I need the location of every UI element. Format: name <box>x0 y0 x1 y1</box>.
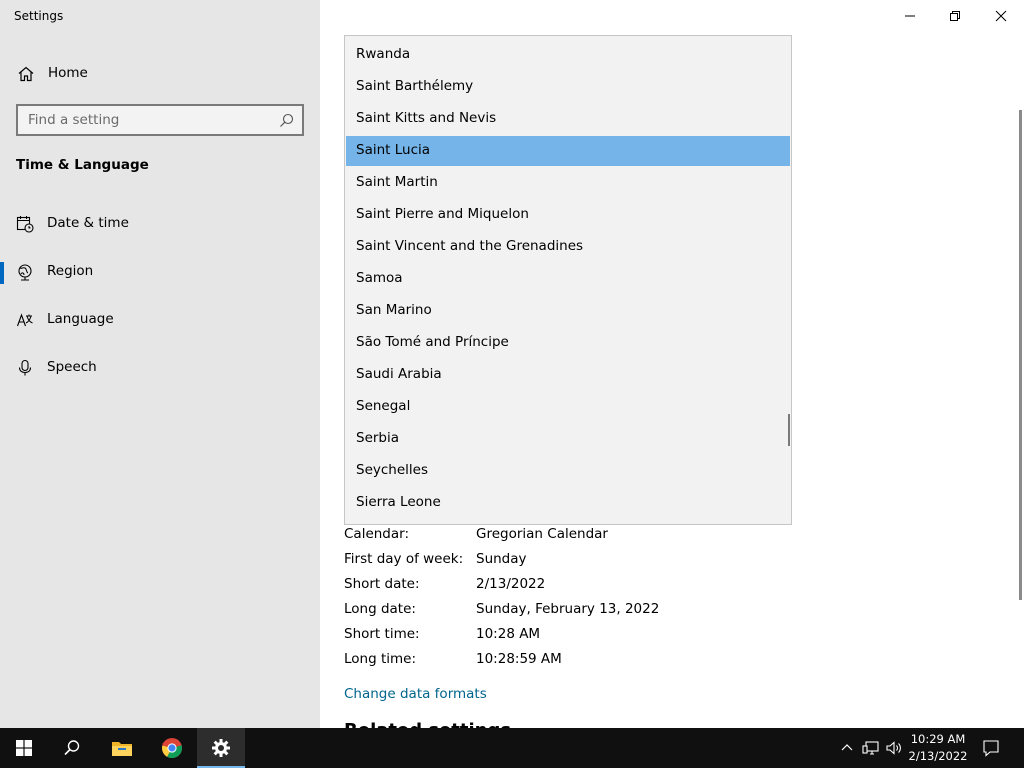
sidebar-item-label: Region <box>47 263 94 279</box>
restore-button[interactable] <box>932 0 978 32</box>
format-value: 10:28:59 AM <box>476 651 562 667</box>
format-value: 10:28 AM <box>476 626 541 642</box>
clock-time: 10:29 AM <box>910 732 966 746</box>
start-icon <box>16 740 32 756</box>
minimize-icon <box>905 15 915 17</box>
network-button[interactable] <box>862 738 880 758</box>
page-scrollbar[interactable] <box>1019 110 1022 600</box>
dropdown-option[interactable]: Sierra Leone <box>346 488 790 518</box>
sidebar: Settings Home Find a setting Time & Lang… <box>0 0 320 728</box>
dropdown-option[interactable]: Saint Barthélemy <box>346 72 790 102</box>
sidebar-item-label: Language <box>47 311 114 327</box>
search-icon <box>64 740 80 756</box>
sidebar-item-date-time[interactable]: Date & time <box>0 204 320 244</box>
show-hidden-icons-button[interactable] <box>838 738 856 758</box>
sidebar-item-label: Date & time <box>47 215 129 231</box>
sidebar-item-label: Speech <box>47 359 97 375</box>
dropdown-option[interactable]: Saudi Arabia <box>346 360 790 390</box>
globe-icon <box>16 263 34 281</box>
chrome-button[interactable] <box>148 728 196 768</box>
related-settings-heading: Related settings <box>344 720 511 728</box>
dropdown-option[interactable]: Saint Pierre and Miquelon <box>346 200 790 230</box>
format-key: Long time: <box>344 651 417 667</box>
dropdown-option[interactable]: Seychelles <box>346 456 790 486</box>
settings-taskbar-button[interactable] <box>197 728 245 768</box>
home-icon <box>17 65 35 83</box>
dropdown-option[interactable]: Saint Vincent and the Grenadines <box>346 232 790 262</box>
taskbar: 10:29 AM 2/13/2022 <box>0 728 1024 768</box>
minimize-button[interactable] <box>887 0 933 32</box>
dropdown-option[interactable]: San Marino <box>346 296 790 326</box>
format-key: Short time: <box>344 626 420 642</box>
sidebar-item-language[interactable]: Language <box>0 300 320 340</box>
calendar-clock-icon <box>16 215 34 233</box>
app-title: Settings <box>14 9 64 23</box>
volume-button[interactable] <box>885 738 903 758</box>
dropdown-option[interactable]: Serbia <box>346 424 790 454</box>
country-dropdown-list[interactable]: Rwanda Saint Barthélemy Saint Kitts and … <box>344 35 792 525</box>
network-icon <box>862 741 879 755</box>
dropdown-option[interactable]: Samoa <box>346 264 790 294</box>
dropdown-option[interactable]: Saint Kitts and Nevis <box>346 104 790 134</box>
language-icon <box>16 311 34 329</box>
dropdown-option[interactable]: Saint Martin <box>346 168 790 198</box>
close-icon <box>995 10 1007 22</box>
microphone-icon <box>16 359 34 377</box>
sidebar-item-region[interactable]: Region <box>0 252 320 292</box>
chevron-up-icon <box>841 744 853 751</box>
volume-icon <box>886 741 901 755</box>
taskbar-clock[interactable]: 10:29 AM 2/13/2022 <box>902 731 974 765</box>
search-input[interactable]: Find a setting <box>16 104 304 136</box>
close-button[interactable] <box>978 0 1024 32</box>
format-key: Short date: <box>344 576 420 592</box>
dropdown-option-selected[interactable]: Saint Lucia <box>346 136 790 166</box>
dropdown-scrollbar-thumb[interactable] <box>788 414 790 446</box>
change-data-formats-link[interactable]: Change data formats <box>344 686 487 702</box>
search-placeholder: Find a setting <box>28 112 120 128</box>
dropdown-option[interactable]: São Tomé and Príncipe <box>346 328 790 358</box>
action-center-button[interactable] <box>982 738 1000 758</box>
format-key: First day of week: <box>344 551 464 567</box>
dropdown-option[interactable]: Senegal <box>346 392 790 422</box>
sidebar-item-speech[interactable]: Speech <box>0 348 320 388</box>
taskbar-search-button[interactable] <box>48 728 96 768</box>
file-explorer-icon <box>112 742 132 756</box>
home-label: Home <box>48 65 88 81</box>
notification-icon <box>983 740 999 757</box>
restore-icon <box>950 11 960 21</box>
format-value: Sunday, February 13, 2022 <box>476 601 660 617</box>
search-icon[interactable] <box>279 113 294 128</box>
settings-icon <box>212 739 230 757</box>
clock-date: 2/13/2022 <box>908 749 968 763</box>
home-nav-item[interactable]: Home <box>0 58 320 90</box>
format-value: Sunday <box>476 551 527 567</box>
active-indicator <box>0 262 4 284</box>
section-title: Time & Language <box>16 157 149 173</box>
start-button[interactable] <box>0 728 48 768</box>
chrome-icon <box>162 738 183 759</box>
format-value: Gregorian Calendar <box>476 526 608 542</box>
dropdown-option[interactable]: Rwanda <box>346 40 790 70</box>
format-value: 2/13/2022 <box>476 576 546 592</box>
file-explorer-button[interactable] <box>98 728 146 768</box>
format-key: Calendar: <box>344 526 410 542</box>
format-key: Long date: <box>344 601 416 617</box>
